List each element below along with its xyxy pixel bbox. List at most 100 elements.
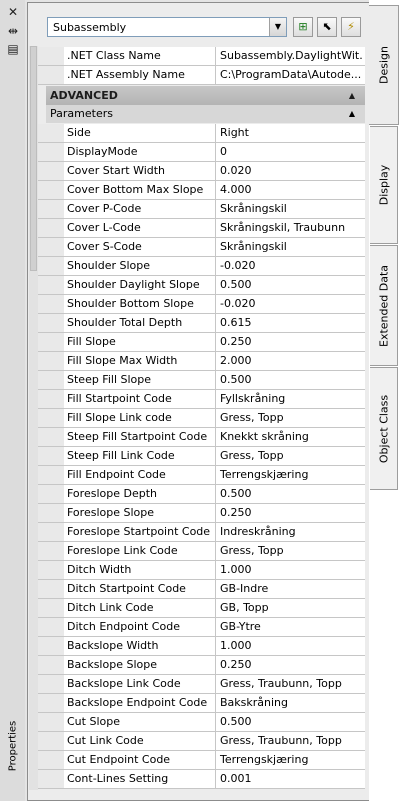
tab-object-class[interactable]: Object Class bbox=[370, 367, 398, 490]
property-row[interactable]: Cover S-Code Skråningskil bbox=[38, 238, 365, 257]
property-value[interactable]: 0 bbox=[217, 143, 363, 161]
property-row[interactable]: Backslope Endpoint Code Bakskråning bbox=[38, 694, 365, 713]
property-value[interactable]: 4.000 bbox=[217, 181, 363, 199]
property-value[interactable]: 1.000 bbox=[217, 637, 363, 655]
property-value[interactable]: Gress, Traubunn, Topp bbox=[217, 732, 363, 750]
property-value[interactable]: Gress, Topp bbox=[217, 447, 363, 465]
property-value[interactable]: Gress, Topp bbox=[217, 542, 363, 560]
property-value[interactable]: Skråningskil bbox=[217, 200, 363, 218]
property-row[interactable]: Fill Endpoint Code Terrengskjæring bbox=[38, 466, 365, 485]
property-value[interactable]: Subassembly.DaylightWit... bbox=[217, 47, 363, 65]
property-value[interactable]: 1.000 bbox=[217, 561, 363, 579]
toggle-pickadd-button[interactable]: ⊞ bbox=[293, 17, 313, 37]
row-gutter bbox=[38, 713, 64, 731]
property-value[interactable]: 0.500 bbox=[217, 276, 363, 294]
palette-menu-icon[interactable]: ▤ bbox=[6, 42, 20, 56]
property-row[interactable]: Backslope Link Code Gress, Traubunn, Topp bbox=[38, 675, 365, 694]
quick-select-button[interactable]: ⚡ bbox=[341, 17, 361, 37]
property-value[interactable]: GB, Topp bbox=[217, 599, 363, 617]
property-row[interactable]: Shoulder Bottom Slope -0.020 bbox=[38, 295, 365, 314]
tab-label: Extended Data bbox=[377, 264, 390, 347]
property-row[interactable]: Fill Slope Max Width 2.000 bbox=[38, 352, 365, 371]
property-value[interactable]: 0.020 bbox=[217, 162, 363, 180]
collapse-icon[interactable]: ▲ bbox=[349, 105, 355, 123]
property-row[interactable]: DisplayMode 0 bbox=[38, 143, 365, 162]
category-header[interactable]: ADVANCED ▲ bbox=[46, 86, 365, 105]
property-name: Cover Bottom Max Slope bbox=[64, 181, 216, 199]
subcategory-header[interactable]: Parameters ▲ bbox=[46, 105, 365, 123]
tab-display[interactable]: Display bbox=[370, 126, 398, 244]
property-value[interactable]: GB-Ytre bbox=[217, 618, 363, 636]
property-row[interactable]: Cover Bottom Max Slope 4.000 bbox=[38, 181, 365, 200]
property-row[interactable]: Cut Link Code Gress, Traubunn, Topp bbox=[38, 732, 365, 751]
property-row[interactable]: .NET Class Name Subassembly.DaylightWit..… bbox=[38, 47, 365, 66]
property-value[interactable]: Terrengskjæring bbox=[217, 751, 363, 769]
property-value[interactable]: -0.020 bbox=[217, 295, 363, 313]
property-value[interactable]: 0.001 bbox=[217, 770, 363, 788]
property-row[interactable]: Steep Fill Link Code Gress, Topp bbox=[38, 447, 365, 466]
property-value[interactable]: 0.500 bbox=[217, 713, 363, 731]
vertical-scrollbar[interactable] bbox=[29, 46, 38, 790]
property-value[interactable]: 2.000 bbox=[217, 352, 363, 370]
property-value[interactable]: 0.250 bbox=[217, 333, 363, 351]
property-row[interactable]: .NET Assembly Name C:\ProgramData\Autode.… bbox=[38, 66, 365, 85]
property-value[interactable]: GB-Indre bbox=[217, 580, 363, 598]
property-row[interactable]: Foreslope Depth 0.500 bbox=[38, 485, 365, 504]
property-value[interactable]: Skråningskil, Traubunn bbox=[217, 219, 363, 237]
collapse-icon[interactable]: ▲ bbox=[349, 86, 355, 105]
select-objects-button[interactable]: ⬉ bbox=[317, 17, 337, 37]
property-value[interactable]: Gress, Topp bbox=[217, 409, 363, 427]
property-name: Ditch Link Code bbox=[64, 599, 216, 617]
property-value[interactable]: C:\ProgramData\Autode... bbox=[217, 66, 363, 84]
property-row[interactable]: Side Right bbox=[38, 124, 365, 143]
close-icon[interactable]: ✕ bbox=[6, 5, 20, 19]
property-name: Cont-Lines Setting bbox=[64, 770, 216, 788]
property-row[interactable]: Ditch Startpoint Code GB-Indre bbox=[38, 580, 365, 599]
property-row[interactable]: Shoulder Total Depth 0.615 bbox=[38, 314, 365, 333]
property-value[interactable]: -0.020 bbox=[217, 257, 363, 275]
auto-hide-icon[interactable]: ⇹ bbox=[6, 24, 20, 38]
property-row[interactable]: Foreslope Startpoint Code Indreskråning bbox=[38, 523, 365, 542]
property-row[interactable]: Fill Slope Link code Gress, Topp bbox=[38, 409, 365, 428]
property-row[interactable]: Cover Start Width 0.020 bbox=[38, 162, 365, 181]
property-row[interactable]: Steep Fill Startpoint Code Knekkt skrånin… bbox=[38, 428, 365, 447]
property-row[interactable]: Cut Slope 0.500 bbox=[38, 713, 365, 732]
property-row[interactable]: Foreslope Slope 0.250 bbox=[38, 504, 365, 523]
object-type-dropdown[interactable]: Subassembly ▼ bbox=[47, 17, 287, 37]
property-row[interactable]: Ditch Width 1.000 bbox=[38, 561, 365, 580]
property-row[interactable]: Cover L-Code Skråningskil, Traubunn bbox=[38, 219, 365, 238]
property-row[interactable]: Steep Fill Slope 0.500 bbox=[38, 371, 365, 390]
property-value[interactable]: Gress, Traubunn, Topp bbox=[217, 675, 363, 693]
property-value[interactable]: Knekkt skråning bbox=[217, 428, 363, 446]
property-value[interactable]: 0.500 bbox=[217, 371, 363, 389]
property-value[interactable]: Fyllskråning bbox=[217, 390, 363, 408]
property-row[interactable]: Ditch Endpoint Code GB-Ytre bbox=[38, 618, 365, 637]
property-value[interactable]: Skråningskil bbox=[217, 238, 363, 256]
property-row[interactable]: Shoulder Daylight Slope 0.500 bbox=[38, 276, 365, 295]
property-row[interactable]: Shoulder Slope -0.020 bbox=[38, 257, 365, 276]
row-gutter bbox=[38, 124, 64, 142]
property-row[interactable]: Ditch Link Code GB, Topp bbox=[38, 599, 365, 618]
property-row[interactable]: Fill Slope 0.250 bbox=[38, 333, 365, 352]
tab-design[interactable]: Design bbox=[369, 5, 399, 125]
tab-extended-data[interactable]: Extended Data bbox=[370, 245, 398, 366]
property-value[interactable]: 0.500 bbox=[217, 485, 363, 503]
property-name: Foreslope Slope bbox=[64, 504, 216, 522]
property-row[interactable]: Cut Endpoint Code Terrengskjæring bbox=[38, 751, 365, 770]
scrollbar-thumb[interactable] bbox=[30, 46, 37, 271]
property-value[interactable]: Right bbox=[217, 124, 363, 142]
property-row[interactable]: Backslope Slope 0.250 bbox=[38, 656, 365, 675]
chevron-down-icon[interactable]: ▼ bbox=[269, 18, 286, 36]
property-value[interactable]: Terrengskjæring bbox=[217, 466, 363, 484]
property-row[interactable]: Cont-Lines Setting 0.001 bbox=[38, 770, 365, 789]
property-value[interactable]: 0.615 bbox=[217, 314, 363, 332]
property-name: Fill Slope bbox=[64, 333, 216, 351]
property-row[interactable]: Cover P-Code Skråningskil bbox=[38, 200, 365, 219]
property-value[interactable]: Indreskråning bbox=[217, 523, 363, 541]
property-row[interactable]: Foreslope Link Code Gress, Topp bbox=[38, 542, 365, 561]
property-value[interactable]: 0.250 bbox=[217, 656, 363, 674]
property-row[interactable]: Fill Startpoint Code Fyllskråning bbox=[38, 390, 365, 409]
property-value[interactable]: Bakskråning bbox=[217, 694, 363, 712]
property-row[interactable]: Backslope Width 1.000 bbox=[38, 637, 365, 656]
property-value[interactable]: 0.250 bbox=[217, 504, 363, 522]
